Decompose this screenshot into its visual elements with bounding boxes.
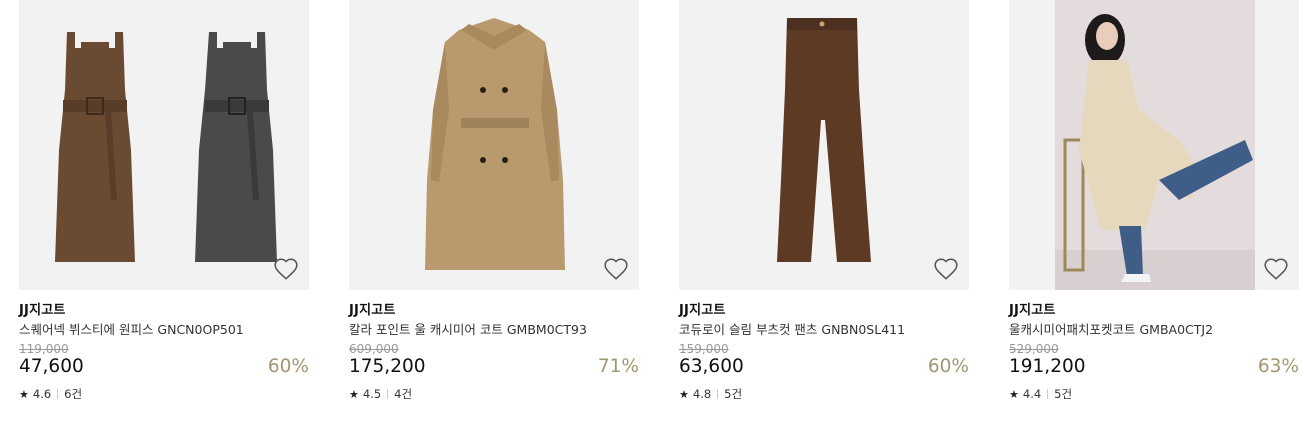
divider [57,389,59,399]
product-image[interactable] [349,0,639,290]
divider [387,389,389,399]
brand-name[interactable]: JJ지고트 [19,299,66,318]
pants-image [777,18,871,262]
original-price: 529,000 [1009,342,1059,356]
review-count[interactable]: 5건 [724,386,742,402]
star-icon: ★ [1009,387,1019,401]
product-card[interactable]: JJ지고트 스퀘어넥 뷔스티에 원피스 GNCN0OP501 119,000 4… [19,0,309,401]
review-count[interactable]: 6건 [64,386,82,402]
rating-value: 4.5 [362,387,382,401]
rating-value: 4.6 [32,387,52,401]
product-card[interactable]: JJ지고트 칼라 포인트 울 캐시미어 코트 GMBM0CT93 609,000… [349,0,639,401]
star-icon: ★ [679,387,689,401]
product-card[interactable]: JJ지고트 울캐시미어패치포켓코트 GMBA0CTJ2 529,000 191,… [1009,0,1299,401]
original-price: 609,000 [349,342,399,356]
product-name[interactable]: 울캐시미어패치포켓코트 GMBA0CTJ2 [1009,319,1213,338]
rating-row: ★ 4.6 6건 [19,386,82,402]
product-name[interactable]: 코듀로이 슬림 부츠컷 팬츠 GNBN0SL411 [679,319,905,338]
star-icon: ★ [349,387,359,401]
rating-row: ★ 4.8 5건 [679,386,742,402]
product-image[interactable] [1009,0,1299,290]
rating-row: ★ 4.4 5건 [1009,386,1072,402]
coat-image [425,18,565,270]
product-image[interactable] [679,0,969,290]
heart-outline-icon[interactable] [603,256,629,282]
sale-price: 191,200 [1009,356,1086,377]
product-card[interactable]: JJ지고트 코듀로이 슬림 부츠컷 팬츠 GNBN0SL411 159,000 … [679,0,969,401]
review-count[interactable]: 4건 [394,386,412,402]
heart-outline-icon[interactable] [933,256,959,282]
brand-name[interactable]: JJ지고트 [679,299,726,318]
brand-name[interactable]: JJ지고트 [349,299,396,318]
heart-outline-icon[interactable] [1263,256,1289,282]
discount-rate: 71% [597,356,639,377]
discount-rate: 60% [927,356,969,377]
divider [717,389,719,399]
sale-price: 63,600 [679,356,744,377]
original-price: 119,000 [19,342,69,356]
rating-value: 4.4 [1022,387,1042,401]
discount-rate: 63% [1257,356,1299,377]
model-photo-image [1009,0,1299,290]
review-count[interactable]: 5건 [1054,386,1072,402]
divider [1047,389,1049,399]
product-image[interactable] [19,0,309,290]
product-name[interactable]: 스퀘어넥 뷔스티에 원피스 GNCN0OP501 [19,319,244,338]
heart-outline-icon[interactable] [273,256,299,282]
rating-row: ★ 4.5 4건 [349,386,412,402]
sale-price: 47,600 [19,356,84,377]
brand-name[interactable]: JJ지고트 [1009,299,1056,318]
original-price: 159,000 [679,342,729,356]
star-icon: ★ [19,387,29,401]
sale-price: 175,200 [349,356,426,377]
product-name[interactable]: 칼라 포인트 울 캐시미어 코트 GMBM0CT93 [349,319,587,338]
dress-image [55,32,277,262]
discount-rate: 60% [267,356,309,377]
rating-value: 4.8 [692,387,712,401]
